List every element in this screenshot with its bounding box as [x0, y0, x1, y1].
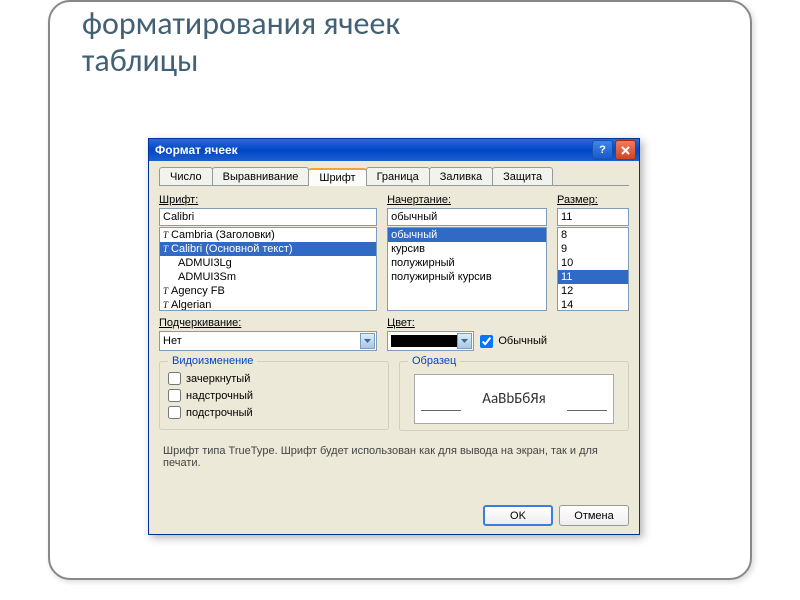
tab-border[interactable]: Граница [366, 167, 430, 185]
tabstrip: Число Выравнивание Шрифт Граница Заливка… [159, 167, 629, 186]
truetype-icon: T [163, 286, 168, 296]
cancel-button[interactable]: Отмена [559, 505, 629, 526]
title-line-2: таблицы [82, 41, 198, 80]
size-item-9[interactable]: 9 [558, 242, 628, 256]
font-item-admui3lg[interactable]: ADMUI3Lg [160, 256, 376, 270]
style-item-bolditalic[interactable]: полужирный курсив [388, 270, 546, 284]
dialog-body: Число Выравнивание Шрифт Граница Заливка… [149, 161, 639, 497]
size-item-8[interactable]: 8 [558, 228, 628, 242]
sample-text: AaBbБбЯя [482, 390, 545, 408]
truetype-icon: T [163, 230, 168, 240]
superscript-checkbox[interactable]: надстрочный [168, 389, 380, 402]
size-input[interactable] [557, 208, 629, 226]
normal-font-check-label: Обычный [498, 335, 547, 347]
slide-title: форматирования ячеек таблицы [82, 6, 400, 80]
format-cells-dialog: Формат ячеек ? Число Выравнивание Шрифт … [148, 138, 640, 535]
tab-number[interactable]: Число [159, 167, 213, 185]
truetype-icon: T [163, 300, 168, 310]
ok-button[interactable]: OK [483, 505, 553, 526]
underline-color-row: Подчеркивание: Нет Цвет: Обычный [159, 317, 629, 351]
sample-group: Образец AaBbБбЯя [399, 361, 629, 431]
sample-preview: AaBbБбЯя [414, 374, 614, 424]
close-icon [621, 146, 630, 155]
size-item-12[interactable]: 12 [558, 284, 628, 298]
normal-font-checkbox[interactable]: Обычный [480, 335, 547, 348]
effects-sample-row: Видоизменение зачеркнутый надстрочный по… [159, 351, 629, 431]
style-listbox[interactable]: обычный курсив полужирный полужирный кур… [387, 227, 547, 311]
style-item-bold[interactable]: полужирный [388, 256, 546, 270]
tab-alignment[interactable]: Выравнивание [212, 167, 310, 185]
normal-font-check-input[interactable] [480, 335, 493, 348]
tab-font[interactable]: Шрифт [308, 168, 366, 186]
font-listbox[interactable]: TCambria (Заголовки) TCalibri (Основной … [159, 227, 377, 311]
font-item-admui3sm[interactable]: ADMUI3Sm [160, 270, 376, 284]
underline-label: Подчеркивание: [159, 317, 377, 329]
color-label: Цвет: [387, 317, 547, 329]
tab-protection[interactable]: Защита [492, 167, 553, 185]
size-listbox[interactable]: 8 9 10 11 12 14 [557, 227, 629, 311]
style-item-italic[interactable]: курсив [388, 242, 546, 256]
underline-value: Нет [163, 335, 182, 347]
sample-title: Образец [408, 355, 460, 367]
style-input[interactable] [387, 208, 547, 226]
color-combo[interactable] [387, 331, 474, 351]
dialog-title: Формат ячеек [155, 143, 590, 157]
size-item-14[interactable]: 14 [558, 298, 628, 311]
size-label: Размер: [557, 194, 629, 206]
style-label: Начертание: [387, 194, 547, 206]
effects-group: Видоизменение зачеркнутый надстрочный по… [159, 361, 389, 430]
title-line-1: форматирования ячеек [82, 4, 400, 43]
titlebar[interactable]: Формат ячеек ? [149, 139, 639, 161]
button-bar: OK Отмена [149, 497, 639, 534]
tab-fill[interactable]: Заливка [429, 167, 493, 185]
chevron-down-icon [360, 333, 375, 349]
size-item-11[interactable]: 11 [558, 270, 628, 284]
help-button[interactable]: ? [592, 140, 613, 160]
strikethrough-checkbox[interactable]: зачеркнутый [168, 372, 380, 385]
font-item-calibri[interactable]: TCalibri (Основной текст) [160, 242, 376, 256]
size-item-10[interactable]: 10 [558, 256, 628, 270]
info-text: Шрифт типа TrueType. Шрифт будет использ… [163, 445, 625, 469]
subscript-checkbox[interactable]: подстрочный [168, 406, 380, 419]
font-item-agencyfb[interactable]: TAgency FB [160, 284, 376, 298]
style-item-regular[interactable]: обычный [388, 228, 546, 242]
underline-combo[interactable]: Нет [159, 331, 377, 351]
truetype-icon: T [163, 244, 168, 254]
font-item-algerian[interactable]: TAlgerian [160, 298, 376, 311]
font-label: Шрифт: [159, 194, 377, 206]
font-row: Шрифт: TCambria (Заголовки) TCalibri (Ос… [159, 194, 629, 311]
chevron-down-icon [457, 333, 472, 349]
close-button[interactable] [615, 140, 636, 160]
font-input[interactable] [159, 208, 377, 226]
font-item-cambria[interactable]: TCambria (Заголовки) [160, 228, 376, 242]
effects-title: Видоизменение [168, 355, 257, 367]
